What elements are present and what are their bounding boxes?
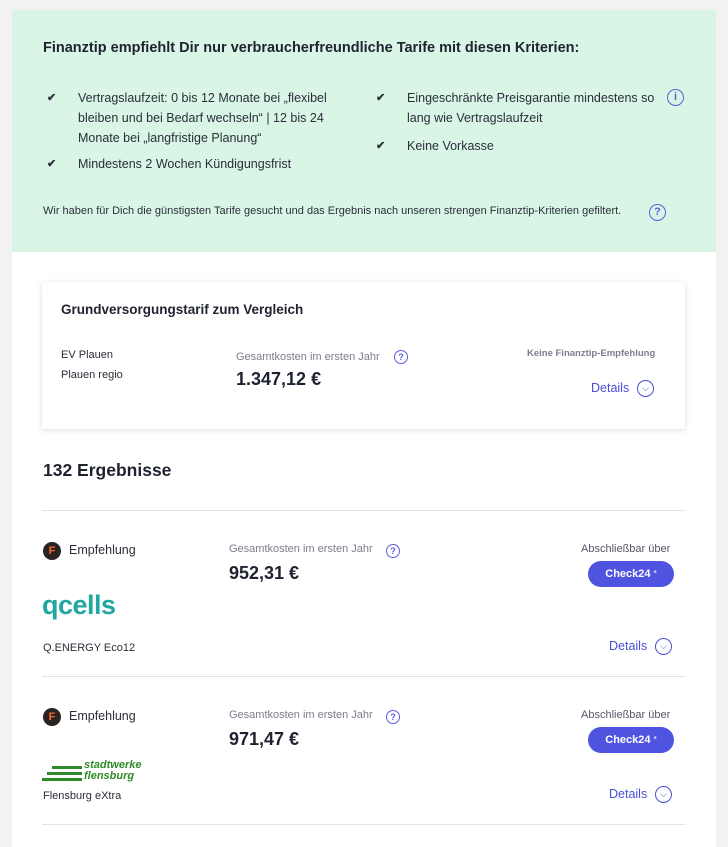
cta-label: Check24 — [605, 734, 651, 746]
info-icon[interactable]: i — [667, 89, 684, 106]
tariff-name: Flensburg eXtra — [43, 790, 122, 802]
chevron-down-icon[interactable]: ⌵ — [655, 638, 672, 655]
criterion-line: Monate bei „langfristige Planung“ — [78, 131, 262, 145]
base-cost: 1.347,12 € — [236, 369, 322, 389]
criteria-title: Finanztip empfiehlt Dir nur verbraucherf… — [43, 40, 580, 56]
base-details-link[interactable]: Details — [591, 381, 629, 395]
help-icon[interactable]: ? — [649, 204, 666, 221]
results-count: 132 Ergebnisse — [43, 460, 172, 480]
result-item: F Empfehlung Gesamtkosten im ersten Jahr… — [12, 676, 716, 826]
cost-label: Gesamtkosten im ersten Jahr — [229, 709, 373, 721]
check24-button[interactable]: Check24 * — [588, 561, 674, 587]
page: Finanztip empfiehlt Dir nur verbraucherf… — [12, 10, 716, 847]
result-cost: 971,47 € — [229, 729, 300, 749]
cost-label: Gesamtkosten im ersten Jahr — [229, 543, 373, 555]
chevron-down-icon[interactable]: ⌵ — [655, 786, 672, 803]
question-icon[interactable]: ? — [386, 544, 400, 558]
base-tariff-name: Plauen regio — [61, 369, 123, 381]
criterion-no-prepayment: ✔ Keine Vorkasse — [376, 136, 676, 156]
criterion-notice-period: ✔ Mindestens 2 Wochen Kündigungsfrist — [47, 154, 367, 174]
cta-label: Check24 — [605, 568, 651, 580]
question-icon[interactable]: ? — [394, 350, 408, 364]
criterion-line: Eingeschränkte Preisgarantie mindestens … — [407, 91, 655, 105]
check24-button[interactable]: Check24 * — [588, 727, 674, 753]
finanztip-badge-icon: F — [43, 708, 61, 726]
criterion-contract-duration: ✔ Vertragslaufzeit: 0 bis 12 Monate bei … — [47, 88, 367, 148]
finanztip-badge-icon: F — [43, 542, 61, 560]
criterion-line: bleiben und bei Bedarf wechseln“ | 12 bi… — [78, 111, 324, 125]
check-icon: ✔ — [376, 140, 386, 152]
check-icon: ✔ — [47, 92, 57, 104]
criterion-price-guarantee: ✔ Eingeschränkte Preisgarantie mindesten… — [376, 88, 676, 128]
no-recommendation-note: Keine Finanztip-Empfehlung — [527, 348, 656, 359]
criteria-box: Finanztip empfiehlt Dir nur verbraucherf… — [12, 10, 716, 252]
recommendation-label: Empfehlung — [69, 543, 136, 557]
tariff-name: Q.ENERGY Eco12 — [43, 642, 136, 654]
recommendation-label: Empfehlung — [69, 709, 136, 723]
criterion-line: Mindestens 2 Wochen Kündigungsfrist — [78, 157, 292, 171]
divider — [42, 824, 685, 825]
closable-label: Abschließbar über — [581, 709, 671, 721]
result-item: F Empfehlung Gesamtkosten im ersten Jahr… — [12, 510, 716, 660]
check-icon: ✔ — [47, 158, 57, 170]
details-link[interactable]: Details — [609, 787, 647, 801]
details-link[interactable]: Details — [609, 639, 647, 653]
qcells-logo: qcells — [42, 590, 116, 621]
criterion-line: lang wie Vertragslaufzeit — [407, 111, 543, 125]
base-provider: EV Plauen — [61, 349, 113, 361]
base-cost-label: Gesamtkosten im ersten Jahr — [236, 351, 380, 363]
cta-mark: * — [653, 569, 657, 578]
check-icon: ✔ — [376, 92, 386, 104]
base-tariff-card: Grundversorgungstarif zum Vergleich EV P… — [42, 282, 685, 429]
result-cost: 952,31 € — [229, 563, 300, 583]
question-icon[interactable]: ? — [386, 710, 400, 724]
base-tariff-title: Grundversorgungstarif zum Vergleich — [61, 302, 304, 317]
stadtwerke-flensburg-logo: stadtwerke flensburg — [42, 760, 162, 784]
filter-note: Wir haben für Dich die günstigsten Tarif… — [43, 205, 622, 217]
logo-text-line: flensburg — [84, 770, 135, 782]
cta-mark: * — [653, 735, 657, 744]
criterion-line: Keine Vorkasse — [407, 139, 494, 153]
chevron-down-icon[interactable]: ⌵ — [637, 380, 654, 397]
closable-label: Abschließbar über — [581, 543, 671, 555]
qcells-logo-text: qcells — [42, 590, 116, 620]
criterion-line: Vertragslaufzeit: 0 bis 12 Monate bei „f… — [78, 91, 327, 105]
